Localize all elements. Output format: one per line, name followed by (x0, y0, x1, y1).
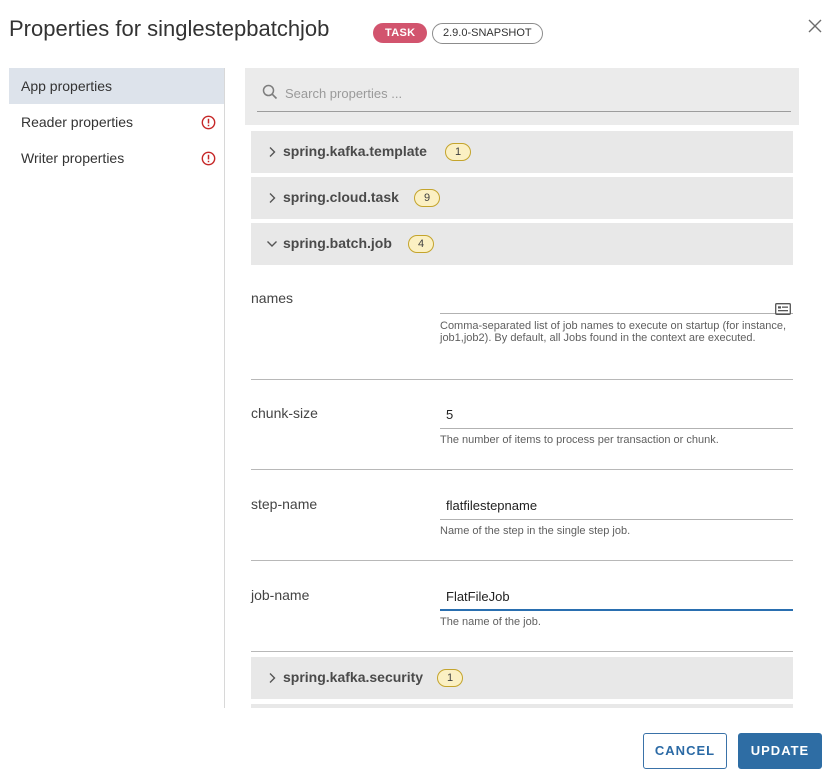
chunk-size-input[interactable] (440, 401, 793, 429)
chevron-right-icon (269, 193, 276, 203)
group-spring-kafka-template[interactable]: spring.kafka.template 1 (251, 131, 793, 173)
property-description: The name of the job. (440, 616, 541, 628)
names-input[interactable] (440, 286, 793, 314)
next-group-peek (251, 704, 793, 708)
error-icon (201, 151, 216, 166)
group-name: spring.cloud.task (283, 189, 399, 205)
dialog-title: Properties for singlestepbatchjob (9, 16, 330, 41)
property-chunk-size: chunk-size The number of items to proces… (251, 395, 793, 470)
group-count-badge: 1 (445, 143, 471, 161)
chevron-right-icon (269, 673, 276, 683)
update-button[interactable]: UPDATE (738, 733, 822, 769)
property-label: step-name (251, 496, 318, 512)
property-step-name: step-name Name of the step in the single… (251, 486, 793, 561)
list-card-icon[interactable] (775, 303, 791, 315)
properties-panel: spring.kafka.template 1 spring.cloud.tas… (245, 68, 799, 708)
error-icon (201, 115, 216, 130)
group-count-badge: 4 (408, 235, 434, 253)
sidebar-item-writer-properties[interactable]: Writer properties (9, 140, 224, 176)
cancel-button[interactable]: CANCEL (643, 733, 727, 769)
search-underline (257, 111, 791, 112)
job-name-input[interactable] (440, 583, 793, 611)
sidebar-item-label: Reader properties (21, 114, 134, 130)
sidebar-item-reader-properties[interactable]: Reader properties (9, 104, 224, 140)
close-button[interactable] (805, 16, 825, 36)
step-name-input[interactable] (440, 492, 793, 520)
group-name: spring.kafka.template (283, 143, 427, 159)
sidebar: App properties Reader properties Writer … (9, 68, 225, 708)
chevron-down-icon (267, 241, 277, 247)
version-badge: 2.9.0-SNAPSHOT (432, 23, 543, 44)
search-icon (262, 84, 278, 100)
group-name: spring.batch.job (283, 235, 392, 251)
sidebar-item-label: Writer properties (21, 150, 125, 166)
sidebar-item-label: App properties (21, 78, 113, 94)
property-label: names (251, 290, 294, 306)
group-name: spring.kafka.security (283, 669, 424, 685)
property-description: Comma-separated list of job names to exe… (440, 320, 787, 344)
search-bar (245, 68, 799, 125)
sidebar-item-app-properties[interactable]: App properties (9, 68, 224, 104)
property-job-name: job-name The name of the job. (251, 577, 793, 652)
group-count-badge: 1 (437, 669, 463, 687)
property-label: job-name (251, 587, 310, 603)
property-names: names Comma-separated list of job names … (251, 280, 793, 380)
group-spring-batch-job[interactable]: spring.batch.job 4 (251, 223, 793, 265)
search-input[interactable] (285, 82, 775, 104)
group-spring-cloud-task[interactable]: spring.cloud.task 9 (251, 177, 793, 219)
property-description: Name of the step in the single step job. (440, 525, 631, 537)
type-badge: TASK (373, 23, 428, 43)
close-icon (808, 19, 822, 33)
group-count-badge: 9 (414, 189, 440, 207)
property-label: chunk-size (251, 405, 318, 421)
property-description: The number of items to process per trans… (440, 434, 719, 446)
chevron-right-icon (269, 147, 276, 157)
group-spring-kafka-security[interactable]: spring.kafka.security 1 (251, 657, 793, 699)
